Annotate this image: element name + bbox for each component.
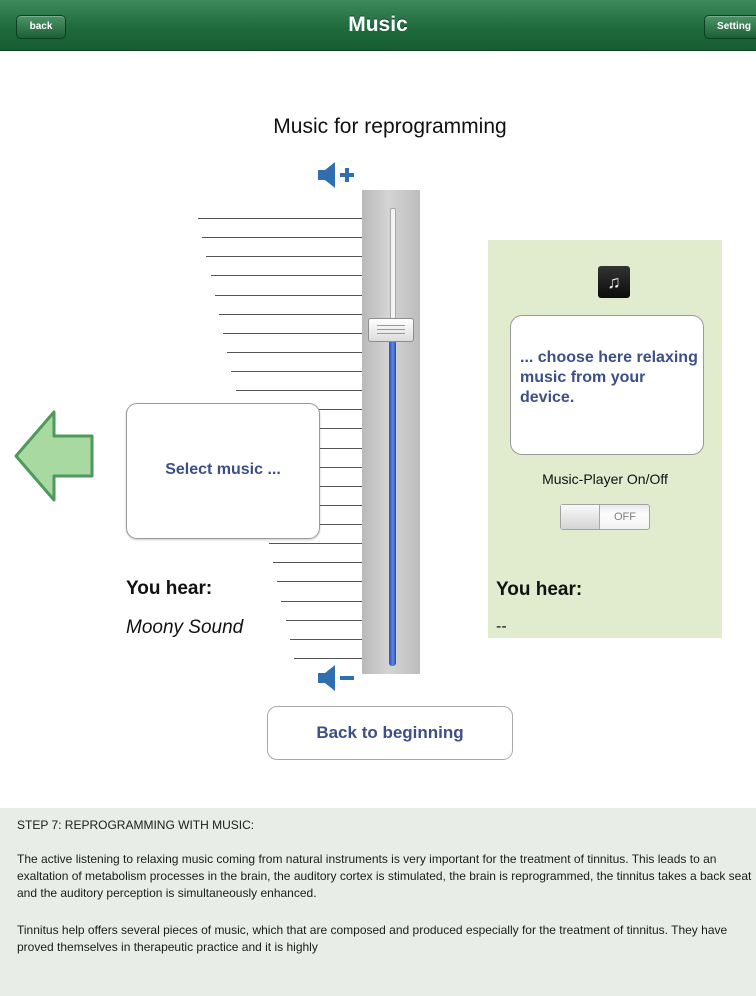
toggle-knob	[561, 505, 600, 529]
current-sound-left: Moony Sound	[126, 617, 244, 638]
current-sound-right: --	[496, 618, 507, 635]
select-music-button[interactable]: Select music ...	[126, 403, 320, 539]
speaker-minus-icon[interactable]	[316, 663, 356, 693]
you-hear-label-left: You hear:	[126, 578, 213, 599]
music-note-icon: ♫	[598, 266, 630, 298]
step-heading: STEP 7: REPROGRAMMING WITH MUSIC:	[17, 818, 255, 832]
choose-music-text: ... choose here relaxing music from your…	[520, 349, 698, 406]
speaker-plus-icon[interactable]	[316, 160, 356, 190]
volume-slider-thumb[interactable]	[368, 318, 414, 342]
setting-button[interactable]: Setting	[704, 15, 756, 39]
music-player-toggle[interactable]: OFF	[560, 504, 650, 530]
select-music-label: Select music ...	[165, 461, 281, 478]
toggle-state: OFF	[614, 511, 636, 523]
back-to-beginning-button[interactable]: Back to beginning	[267, 706, 513, 760]
nav-bar: back Music Setting	[0, 0, 756, 51]
section-heading: Music for reprogramming	[273, 115, 507, 138]
page-title: Music	[348, 13, 408, 36]
info-panel: STEP 7: REPROGRAMMING WITH MUSIC: The ac…	[0, 808, 756, 996]
choose-device-music-button[interactable]: ... choose here relaxing music from your…	[510, 315, 704, 455]
music-player-label: Music-Player On/Off	[542, 471, 668, 487]
volume-slider-fill	[389, 340, 396, 666]
info-paragraph: The active listening to relaxing music c…	[17, 852, 752, 900]
you-hear-label-right: You hear:	[496, 579, 583, 600]
info-paragraph: Tinnitus help offers several pieces of m…	[17, 923, 728, 954]
arrow-left-icon[interactable]	[12, 408, 96, 504]
device-music-panel: ♫ ... choose here relaxing music from yo…	[488, 240, 722, 638]
volume-slider-rail	[390, 208, 396, 322]
